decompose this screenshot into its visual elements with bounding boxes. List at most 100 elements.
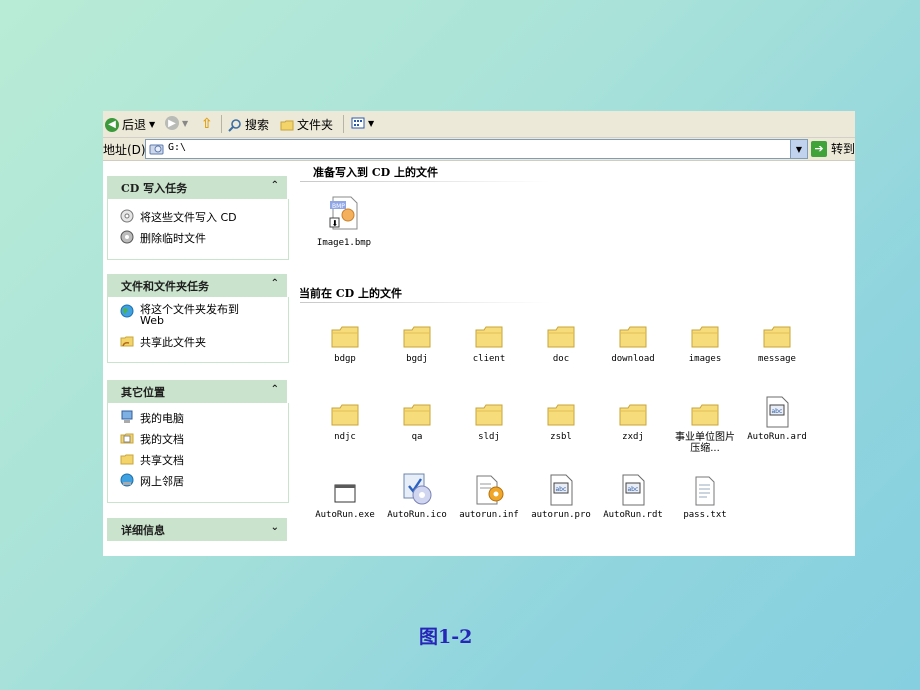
file-name: qa [411, 432, 423, 442]
file-item[interactable]: 事业单位图片压缩... [667, 394, 743, 454]
toolbar: ◀ 后退 ▼ ▶ ▼ ⇧ 搜索 文件夹 ▼ [103, 111, 855, 138]
go-label: 转到 [831, 142, 855, 156]
go-arrow-icon: ➔ [811, 140, 827, 157]
file-item[interactable]: qa [379, 394, 455, 443]
file-item[interactable]: bgdj [379, 316, 455, 365]
file-name: 事业单位图片压缩... [675, 432, 735, 454]
file-item[interactable]: zsbl [523, 394, 599, 443]
address-bar: 地址(D) G:\ ▼ ➔ 转到 [103, 138, 855, 161]
folder-icon [379, 394, 455, 428]
folder-icon [739, 316, 815, 350]
file-tasks-title: 文件和文件夹任务 [121, 280, 209, 293]
other-places-header[interactable]: 其它位置 ⌃ [107, 380, 287, 403]
exe-file-icon [307, 472, 383, 506]
file-name: zsbl [550, 432, 572, 442]
file-item[interactable]: abc autorun.pro [523, 472, 599, 521]
documents-icon [120, 433, 134, 444]
search-button[interactable]: 搜索 [228, 116, 269, 133]
file-name: AutoRun.rdt [603, 510, 663, 520]
address-dropdown-button[interactable]: ▼ [790, 140, 807, 158]
forward-button[interactable]: ▶ ▼ [165, 116, 188, 130]
file-tasks-header[interactable]: 文件和文件夹任务 ⌃ [107, 274, 287, 297]
folder-icon [307, 394, 383, 428]
doc-file-icon: abc [739, 394, 815, 428]
file-item[interactable]: zxdj [595, 394, 671, 443]
chevron-down-icon: ▼ [182, 118, 189, 128]
file-item[interactable]: images [667, 316, 743, 365]
svg-text:abc: abc [628, 486, 639, 493]
file-name: doc [552, 354, 570, 364]
file-item[interactable]: client [451, 316, 527, 365]
file-name: AutoRun.exe [315, 510, 375, 520]
file-name: download [611, 354, 655, 364]
back-button[interactable]: ◀ 后退 ▼ [105, 116, 155, 133]
place-my-computer[interactable]: 我的电脑 [120, 410, 184, 426]
other-places-body: 我的电脑 我的文档 共享文档 网上邻居 [107, 403, 289, 503]
up-folder-button[interactable]: ⇧ [201, 116, 213, 132]
folder-icon [595, 394, 671, 428]
address-value: G:\ [168, 142, 187, 153]
address-input[interactable]: G:\ ▼ [145, 139, 808, 159]
folder-icon [280, 120, 294, 130]
task-delete-temp[interactable]: 删除临时文件 [120, 230, 206, 246]
address-label: 地址(D) [103, 143, 146, 157]
file-item[interactable]: abc AutoRun.rdt [595, 472, 671, 521]
file-item[interactable]: BMP ⬇ Image1.bmp [306, 195, 382, 249]
write-cd-icon [120, 209, 134, 223]
toolbar-separator [343, 115, 344, 133]
network-icon [120, 473, 134, 487]
folder-icon [451, 316, 527, 350]
task-share-folder[interactable]: 共享此文件夹 [120, 334, 206, 350]
file-item[interactable]: abc AutoRun.ard [739, 394, 815, 443]
file-name: message [758, 354, 796, 364]
place-shared-documents[interactable]: 共享文档 [120, 452, 184, 468]
task-write-cd[interactable]: 将这些文件写入 CD [120, 209, 237, 225]
svg-text:⬇: ⬇ [332, 219, 339, 228]
back-label: 后退 [122, 118, 147, 132]
doc-file-icon: abc [595, 472, 671, 506]
file-name: bgdj [406, 354, 428, 364]
place-network[interactable]: 网上邻居 [120, 473, 184, 489]
file-item[interactable]: bdgp [307, 316, 383, 365]
views-button[interactable]: ▼ [351, 116, 374, 130]
folder-icon [667, 316, 743, 350]
file-name: Image1.bmp [316, 238, 372, 248]
place-label: 网上邻居 [140, 475, 184, 488]
toolbar-separator [221, 115, 222, 133]
file-item[interactable]: download [595, 316, 671, 365]
go-button[interactable]: ➔ 转到 [811, 140, 855, 157]
file-item[interactable]: ndjc [307, 394, 383, 443]
section-title-current: 当前在 CD 上的文件 [299, 287, 402, 300]
cd-tasks-header[interactable]: CD 写入任务 ⌃ [107, 176, 287, 199]
details-header[interactable]: 详细信息 ⌄ [107, 518, 287, 541]
file-item[interactable]: AutoRun.ico [379, 472, 455, 521]
file-item[interactable]: pass.txt [667, 472, 743, 521]
place-my-documents[interactable]: 我的文档 [120, 431, 184, 447]
file-name: images [688, 354, 722, 364]
file-item[interactable]: sldj [451, 394, 527, 443]
ico-file-icon [379, 472, 455, 506]
place-label: 我的文档 [140, 433, 184, 446]
svg-text:abc: abc [556, 486, 567, 493]
file-item[interactable]: message [739, 316, 815, 365]
task-label: 删除临时文件 [140, 232, 206, 245]
file-item[interactable]: AutoRun.exe [307, 472, 383, 521]
cd-tasks-title: CD 写入任务 [121, 182, 188, 195]
task-publish-web[interactable]: 将这个文件夹发布到 Web [120, 304, 239, 326]
file-name: pass.txt [683, 510, 727, 520]
file-name: client [472, 354, 506, 364]
txt-file-icon [667, 472, 743, 506]
doc-file-icon: abc [523, 472, 599, 506]
file-name: sldj [478, 432, 500, 442]
cd-drive-icon [149, 144, 164, 155]
folder-icon [523, 394, 599, 428]
bmp-file-icon: BMP ⬇ [329, 196, 358, 230]
section-title-ready: 准备写入到 CD 上的文件 [313, 166, 438, 179]
folder-icon [667, 394, 743, 428]
delete-temp-icon [120, 230, 134, 244]
folders-button[interactable]: 文件夹 [280, 116, 333, 133]
computer-icon [121, 410, 133, 423]
file-item[interactable]: autorun.inf [451, 472, 527, 521]
search-label: 搜索 [245, 118, 270, 132]
file-item[interactable]: doc [523, 316, 599, 365]
